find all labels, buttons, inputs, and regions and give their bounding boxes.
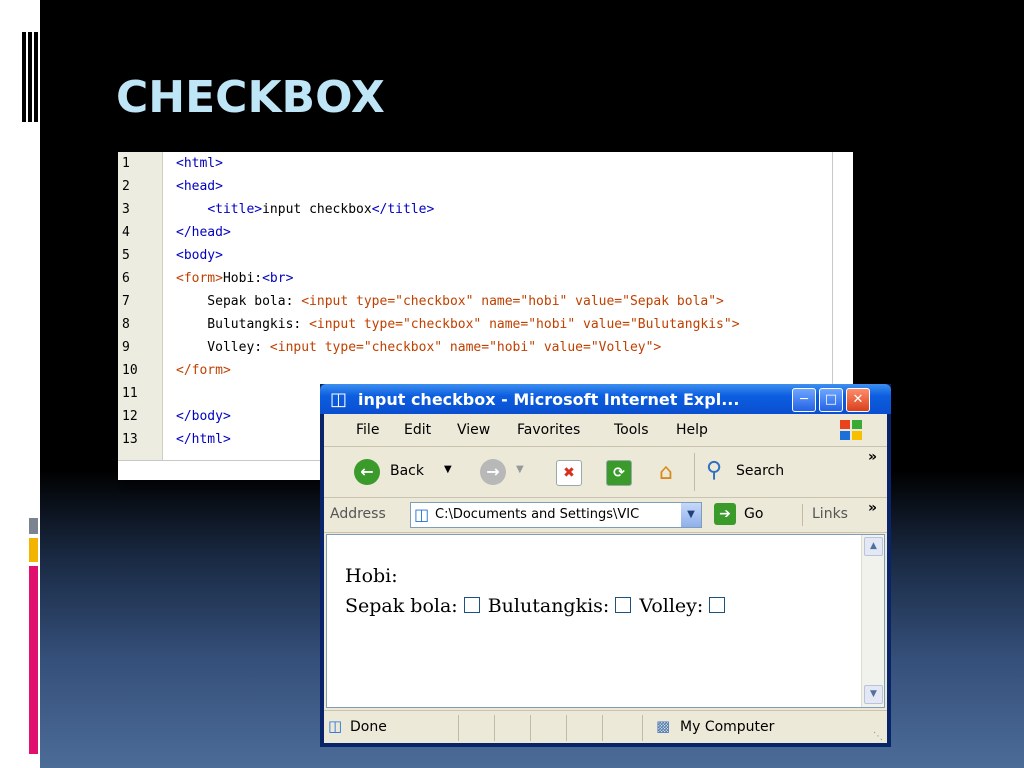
code-line: <body> bbox=[176, 248, 223, 263]
address-label: Address bbox=[330, 506, 386, 522]
code-line: </html> bbox=[176, 432, 231, 447]
search-button[interactable]: ⚲ Search bbox=[706, 458, 806, 486]
page-content: Hobi: Sepak bola: Bulutangkis: Volley: ▲ ▼ bbox=[326, 534, 885, 708]
close-icon: ✕ bbox=[852, 392, 864, 407]
forward-arrow-icon: → bbox=[480, 459, 506, 485]
code-line: <title>input checkbox</title> bbox=[207, 202, 435, 217]
back-button[interactable]: ← Back ▼ bbox=[354, 458, 466, 486]
accent-bar-pink bbox=[29, 566, 38, 754]
go-button[interactable]: ➔ Go bbox=[714, 503, 774, 527]
line-number: 2 bbox=[122, 179, 130, 194]
search-label: Search bbox=[736, 463, 785, 479]
scroll-down-button[interactable]: ▼ bbox=[864, 685, 883, 704]
browser-body: File Edit View Favorites Tools Help ← Ba… bbox=[324, 414, 887, 743]
maximize-icon: □ bbox=[824, 392, 838, 407]
refresh-icon: ⟳ bbox=[613, 465, 625, 481]
zone-text: My Computer bbox=[680, 719, 775, 735]
checkbox-label-sepak-bola: Sepak bola: bbox=[345, 595, 458, 617]
code-line: <html> bbox=[176, 156, 223, 171]
status-bar: ◫ Done ▩ My Computer ⋱ bbox=[324, 710, 887, 744]
line-number: 4 bbox=[122, 225, 130, 240]
line-number: 11 bbox=[122, 386, 138, 401]
maximize-button[interactable]: □ bbox=[819, 388, 843, 412]
ie-page-icon: ◫ bbox=[330, 389, 348, 410]
line-number: 6 bbox=[122, 271, 130, 286]
address-field[interactable]: ◫ C:\Documents and Settings\VIC ▼ bbox=[410, 502, 702, 528]
menu-file[interactable]: File bbox=[356, 422, 379, 438]
code-line: <head> bbox=[176, 179, 223, 194]
chevron-down-icon: ▼ bbox=[444, 464, 452, 475]
stop-icon: ✖ bbox=[563, 465, 575, 481]
computer-icon: ▩ bbox=[656, 717, 671, 735]
code-line: Bulutangkis: <input type="checkbox" name… bbox=[176, 317, 740, 332]
search-icon: ⚲ bbox=[706, 458, 723, 483]
line-number: 8 bbox=[122, 317, 130, 332]
chevron-down-icon: ▼ bbox=[516, 464, 524, 475]
window-title: input checkbox - Microsoft Internet Expl… bbox=[358, 390, 740, 409]
home-button[interactable]: ⌂ bbox=[652, 459, 680, 487]
vertical-scrollbar[interactable]: ▲ ▼ bbox=[861, 535, 884, 707]
line-number: 12 bbox=[122, 409, 138, 424]
checkbox-bulutangkis[interactable] bbox=[615, 597, 632, 613]
refresh-button[interactable]: ⟳ bbox=[606, 460, 632, 486]
checkbox-sepak-bola[interactable] bbox=[463, 597, 480, 613]
checkbox-row: Sepak bola: Bulutangkis: Volley: bbox=[345, 595, 733, 617]
line-number: 3 bbox=[122, 202, 130, 217]
back-arrow-icon: ← bbox=[354, 459, 380, 485]
resize-grip-icon[interactable]: ⋱ bbox=[873, 731, 883, 742]
menu-edit[interactable]: Edit bbox=[404, 422, 431, 438]
checkbox-label-bulutangkis: Bulutangkis: bbox=[487, 595, 610, 617]
slide-bars-decoration bbox=[22, 32, 40, 122]
menu-help[interactable]: Help bbox=[676, 422, 708, 438]
line-number: 10 bbox=[122, 363, 138, 378]
accent-bar-yellow bbox=[29, 538, 38, 562]
slide-title: CHECKBOX bbox=[116, 72, 385, 123]
line-number-gutter: 1 2 3 4 5 6 7 8 9 10 11 12 13 bbox=[118, 152, 163, 460]
ie-page-icon: ◫ bbox=[414, 505, 430, 524]
home-icon: ⌂ bbox=[659, 460, 673, 485]
line-number: 9 bbox=[122, 340, 130, 355]
form-heading: Hobi: bbox=[345, 565, 398, 587]
scroll-up-button[interactable]: ▲ bbox=[864, 537, 883, 556]
menu-view[interactable]: View bbox=[457, 422, 490, 438]
line-number: 7 bbox=[122, 294, 130, 309]
browser-window: ◫ input checkbox - Microsoft Internet Ex… bbox=[320, 384, 891, 747]
code-line: </body> bbox=[176, 409, 231, 424]
stop-button[interactable]: ✖ bbox=[556, 460, 582, 486]
minimize-icon: ─ bbox=[800, 392, 808, 407]
address-dropdown-button[interactable]: ▼ bbox=[681, 503, 701, 527]
address-input: C:\Documents and Settings\VIC bbox=[435, 507, 640, 522]
checkbox-label-volley: Volley: bbox=[639, 595, 704, 617]
links-overflow-icon[interactable]: » bbox=[868, 500, 877, 516]
go-arrow-icon: ➔ bbox=[714, 503, 736, 525]
code-line: Sepak bola: <input type="checkbox" name=… bbox=[176, 294, 724, 309]
standard-toolbar: ← Back ▼ → ▼ ✖ ⟳ ⌂ ⚲ Search » bbox=[324, 447, 887, 498]
ie-page-icon: ◫ bbox=[328, 717, 343, 735]
line-number: 5 bbox=[122, 248, 130, 263]
back-label: Back bbox=[390, 463, 424, 479]
forward-button[interactable]: → ▼ bbox=[480, 458, 540, 486]
code-line: Volley: <input type="checkbox" name="hob… bbox=[176, 340, 662, 355]
address-bar: Address ◫ C:\Documents and Settings\VIC … bbox=[324, 498, 887, 533]
windows-logo-icon bbox=[836, 418, 866, 442]
toolbar-overflow-icon[interactable]: » bbox=[868, 449, 877, 465]
accent-bar-gray bbox=[29, 518, 38, 534]
line-number: 1 bbox=[122, 156, 130, 171]
code-line: </form> bbox=[176, 363, 231, 378]
code-line: </head> bbox=[176, 225, 231, 240]
close-button[interactable]: ✕ bbox=[846, 388, 870, 412]
go-label: Go bbox=[744, 506, 764, 522]
minimize-button[interactable]: ─ bbox=[792, 388, 816, 412]
code-line: <form>Hobi:<br> bbox=[176, 271, 294, 286]
status-text: Done bbox=[350, 719, 387, 735]
window-titlebar[interactable]: ◫ input checkbox - Microsoft Internet Ex… bbox=[320, 384, 891, 414]
menu-bar: File Edit View Favorites Tools Help bbox=[324, 414, 887, 447]
links-label[interactable]: Links bbox=[812, 506, 848, 522]
checkbox-volley[interactable] bbox=[709, 597, 726, 613]
menu-tools[interactable]: Tools bbox=[614, 422, 649, 438]
line-number: 13 bbox=[122, 432, 138, 447]
menu-favorites[interactable]: Favorites bbox=[517, 422, 580, 438]
